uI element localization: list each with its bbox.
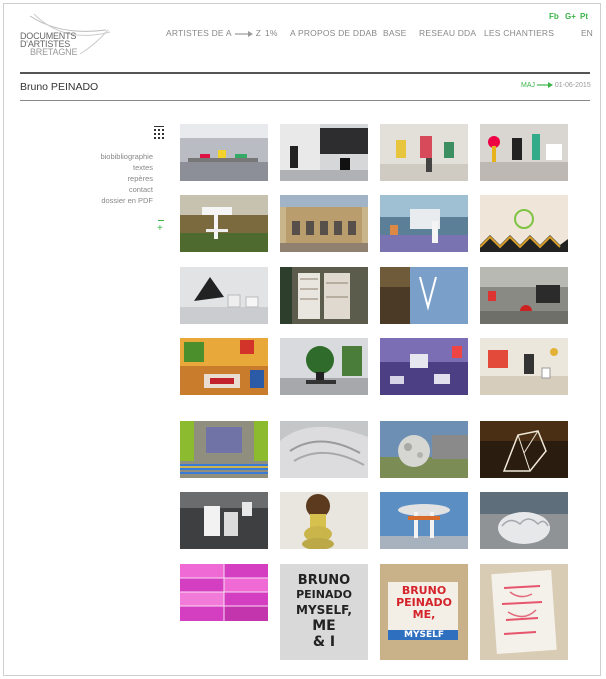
poster-line: ME (312, 618, 336, 634)
artwork-thumbnail[interactable] (380, 267, 468, 324)
maj-label: MAJ (521, 82, 535, 89)
artwork-thumbnail[interactable] (380, 124, 468, 181)
artwork-thumbnail[interactable] (180, 267, 268, 324)
artwork-thumbnail[interactable] (280, 124, 368, 181)
artwork-thumbnail[interactable] (480, 492, 568, 549)
nav-artists-a-z[interactable]: ARTISTES DE A Z (166, 28, 261, 39)
poster-line: ME, (412, 608, 436, 621)
update-info: MAJ 01-06-2015 (521, 82, 591, 89)
poster-line: & I (312, 634, 336, 650)
nav-base[interactable]: BASE (383, 28, 406, 38)
sidebar-item-textes[interactable]: textes (53, 163, 153, 172)
artwork-thumbnail[interactable] (480, 338, 568, 395)
googleplus-link[interactable]: G+ (565, 12, 576, 21)
artwork-thumbnail[interactable] (480, 267, 568, 324)
poster-line: MYSELF, (296, 603, 352, 617)
artwork-thumbnail[interactable] (380, 492, 468, 549)
nav-artists-z-label: Z (255, 28, 262, 38)
nav-about[interactable]: A PROPOS DE DDAB (290, 28, 377, 38)
poster-line: PEINADO (296, 588, 352, 601)
artwork-thumbnail[interactable] (280, 267, 368, 324)
nav-one-percent[interactable]: 1% (265, 28, 278, 38)
nav-sites[interactable]: LES CHANTIERS (484, 28, 554, 38)
artwork-thumbnail[interactable] (480, 564, 568, 660)
artwork-thumbnail[interactable] (180, 124, 268, 181)
artwork-thumbnail[interactable] (380, 195, 468, 252)
arrow-right-icon (536, 82, 553, 89)
artwork-thumbnail[interactable] (180, 492, 268, 549)
artwork-thumbnail[interactable] (280, 492, 368, 549)
header-rule-bottom (20, 100, 590, 101)
sidebar-divider (158, 220, 164, 221)
artwork-thumbnail[interactable] (180, 195, 268, 252)
sidebar-item-biobibliographie[interactable]: biobibliographie (53, 152, 153, 161)
artwork-thumbnail[interactable] (380, 421, 468, 478)
poster-line: BRUNO (297, 573, 351, 588)
artwork-thumbnail[interactable] (280, 338, 368, 395)
artwork-thumbnail[interactable] (180, 564, 268, 621)
artwork-thumbnail[interactable] (180, 421, 268, 478)
book-cover-myself-me-i[interactable]: BRUNO PEINADO MYSELF, ME & I (280, 564, 368, 660)
nav-network[interactable]: RESEAU DDA (419, 28, 476, 38)
artwork-thumbnail[interactable] (280, 421, 368, 478)
facebook-link[interactable]: Fb (549, 12, 559, 21)
artwork-thumbnail[interactable] (480, 195, 568, 252)
logo-text-bretagne: BRETAGNE (30, 47, 78, 57)
sidebar-item-contact[interactable]: contact (53, 185, 153, 194)
artwork-thumbnail[interactable] (180, 338, 268, 395)
page-frame: DOCUMENTS D'ARTISTES BRETAGNE ARTISTES D… (3, 3, 601, 676)
grid-view-icon[interactable] (154, 126, 164, 141)
sidebar-expand-button[interactable]: + (157, 223, 163, 234)
language-switch[interactable]: EN (581, 28, 593, 38)
artwork-thumbnail[interactable] (480, 421, 568, 478)
artwork-thumbnail[interactable] (280, 195, 368, 252)
maj-date: 01-06-2015 (554, 82, 591, 89)
artwork-thumbnail[interactable] (480, 124, 568, 181)
pinterest-link[interactable]: Pt (580, 12, 588, 21)
book-cover-me-myself[interactable]: BRUNO PEINADO ME, MYSELF (380, 564, 468, 660)
artwork-thumbnail[interactable] (380, 338, 468, 395)
arrow-right-icon (234, 29, 253, 39)
site-logo[interactable]: DOCUMENTS D'ARTISTES BRETAGNE (20, 14, 120, 58)
sidebar-item-dossier-pdf[interactable]: dossier en PDF (53, 196, 153, 205)
header-rule-top (20, 72, 590, 74)
nav-artists-a-label: ARTISTES DE A (166, 28, 232, 38)
artist-name: Bruno PEINADO (20, 81, 99, 93)
poster-line: MYSELF (404, 630, 444, 640)
sidebar-item-reperes[interactable]: repères (53, 174, 153, 183)
